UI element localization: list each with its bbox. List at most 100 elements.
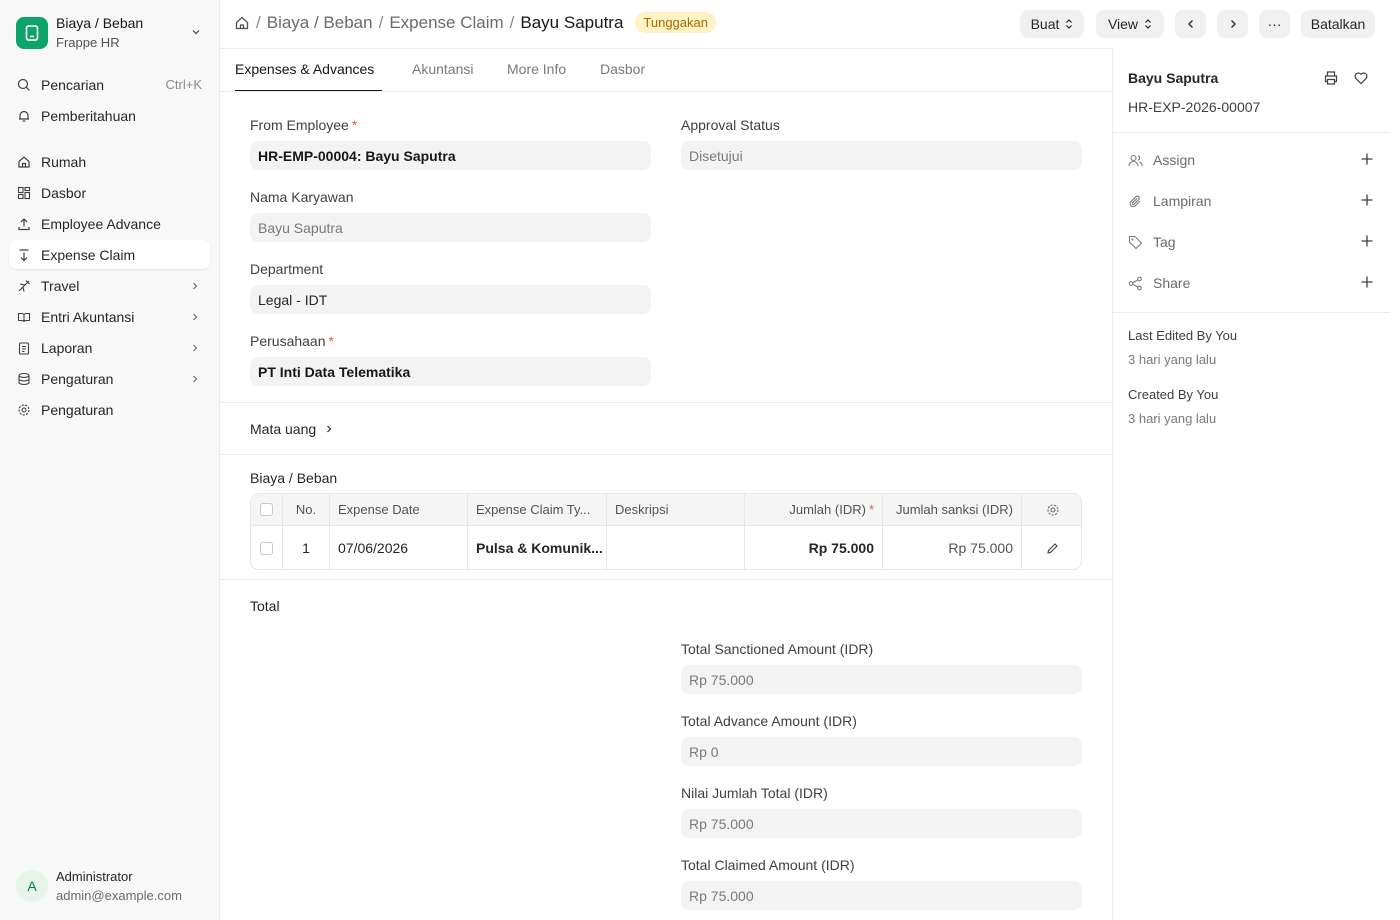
status-badge: Tunggakan xyxy=(635,12,716,33)
bell-icon xyxy=(16,108,32,124)
sidebar-item-label: Travel xyxy=(41,277,80,294)
amount-cell[interactable]: Rp 75.000 xyxy=(745,526,883,569)
dashboard-icon xyxy=(16,185,32,201)
search-button[interactable]: Pencarian Ctrl+K xyxy=(9,70,210,99)
from-employee-field[interactable]: HR-EMP-00004: Bayu Saputra xyxy=(250,141,651,170)
gear-icon xyxy=(16,402,32,418)
approval-status-label: Approval Status xyxy=(681,117,780,133)
currency-section-toggle[interactable]: Mata uang xyxy=(250,421,334,437)
app-switcher[interactable]: Biaya / Beban Frappe HR xyxy=(16,14,204,52)
expense-type-cell[interactable]: Pulsa & Komunik... xyxy=(468,526,607,569)
tab-more-info[interactable]: More Info xyxy=(507,61,566,77)
table-row[interactable]: 1 07/06/2026 Pulsa & Komunik... Rp 75.00… xyxy=(251,526,1081,569)
paperclip-icon xyxy=(1128,193,1144,209)
sidebar-item-dasbor[interactable]: Dasbor xyxy=(9,178,210,207)
active-tab-indicator xyxy=(235,90,382,91)
cancel-button[interactable]: Batalkan xyxy=(1301,10,1375,38)
sidebar-item-rumah[interactable]: Rumah xyxy=(9,147,210,176)
created-time: 3 hari yang lalu xyxy=(1128,411,1217,426)
sidebar-item-expense-claim[interactable]: Expense Claim xyxy=(9,240,210,269)
document-side-panel: Bayu Saputra HR-EXP-2026-00007 Assign La… xyxy=(1113,48,1400,920)
print-button[interactable] xyxy=(1321,68,1341,88)
sidebar-item-laporan[interactable]: Laporan xyxy=(9,333,210,362)
sanctioned-amount-cell[interactable]: Rp 75.000 xyxy=(883,526,1022,569)
description-cell[interactable] xyxy=(607,526,745,569)
total-advance-field: Rp 0 xyxy=(681,737,1082,766)
add-share-icon[interactable] xyxy=(1360,275,1374,292)
sidebar-item-employee-advance[interactable]: Employee Advance xyxy=(9,209,210,238)
add-attachment-icon[interactable] xyxy=(1360,193,1374,210)
add-assign-icon[interactable] xyxy=(1360,152,1374,169)
breadcrumb-separator: / xyxy=(256,12,261,32)
sidebar-item-label: Pengaturan xyxy=(41,401,114,418)
view-button[interactable]: View xyxy=(1096,10,1164,38)
heart-icon xyxy=(1353,70,1369,86)
upload-icon xyxy=(16,216,32,232)
breadcrumb-link[interactable]: Expense Claim xyxy=(389,13,503,33)
notifications-button[interactable]: Pemberitahuan xyxy=(9,101,210,130)
tab-expenses-advances[interactable]: Expenses & Advances xyxy=(235,61,374,77)
search-shortcut: Ctrl+K xyxy=(165,77,202,92)
users-icon xyxy=(1128,152,1144,168)
sidebar-item-entri-akuntansi[interactable]: Entri Akuntansi xyxy=(9,302,210,331)
breadcrumb-link[interactable]: Biaya / Beban xyxy=(267,13,373,33)
sidebar: Biaya / Beban Frappe HR Pencarian Ctrl+K… xyxy=(0,0,220,920)
next-button[interactable] xyxy=(1217,10,1248,38)
sidebar-item-pengaturan[interactable]: Pengaturan xyxy=(9,395,210,424)
add-tag-icon[interactable] xyxy=(1360,234,1374,251)
sidebar-item-label: Pengaturan xyxy=(41,370,114,387)
expenses-section-title: Biaya / Beban xyxy=(250,470,338,486)
notifications-label: Pemberitahuan xyxy=(41,107,136,124)
tab-akuntansi[interactable]: Akuntansi xyxy=(412,61,473,77)
assign-row[interactable]: Assign xyxy=(1128,150,1390,170)
pencil-icon xyxy=(1046,542,1059,555)
side-panel-title: Bayu Saputra xyxy=(1128,70,1219,86)
select-all-checkbox[interactable] xyxy=(251,494,283,525)
total-advance-label: Total Advance Amount (IDR) xyxy=(681,713,857,729)
expenses-table: No. Expense Date Expense Claim Ty... Des… xyxy=(250,493,1082,570)
user-name: Administrator xyxy=(56,869,133,884)
chevron-right-icon xyxy=(190,310,200,326)
chevron-right-icon xyxy=(1227,18,1239,30)
search-label: Pencarian xyxy=(41,76,105,93)
printer-icon xyxy=(1323,70,1339,86)
row-checkbox[interactable] xyxy=(251,526,283,569)
attachments-label: Lampiran xyxy=(1153,193,1212,209)
grand-total-field: Rp 75.000 xyxy=(681,809,1082,838)
view-label: View xyxy=(1107,16,1139,32)
sidebar-item-label: Dasbor xyxy=(41,184,87,201)
create-label: Buat xyxy=(1030,16,1060,32)
breadcrumb: / Biaya / Beban / Expense Claim / Bayu S… xyxy=(234,12,716,33)
more-icon: ··· xyxy=(1267,16,1282,32)
table-settings-button[interactable] xyxy=(1022,494,1081,525)
home-icon[interactable] xyxy=(234,15,250,31)
company-field[interactable]: PT Inti Data Telematika xyxy=(250,357,651,386)
required-mark: * xyxy=(351,117,358,133)
last-edited-time: 3 hari yang lalu xyxy=(1128,352,1217,367)
expense-date-cell[interactable]: 07/06/2026 xyxy=(330,526,468,569)
like-button[interactable] xyxy=(1351,68,1371,88)
user-email: admin@example.com xyxy=(56,888,182,903)
search-icon xyxy=(16,77,32,93)
form-area: Expenses & Advances Akuntansi More Info … xyxy=(220,48,1113,920)
total-sanctioned-field: Rp 75.000 xyxy=(681,665,1082,694)
edit-row-button[interactable] xyxy=(1022,526,1081,569)
assign-label: Assign xyxy=(1153,152,1196,168)
sidebar-item-pengaturan-data[interactable]: Pengaturan xyxy=(9,364,210,393)
user-menu[interactable]: A Administrator admin@example.com xyxy=(16,867,182,905)
sidebar-item-label: Rumah xyxy=(41,153,87,170)
share-row[interactable]: Share xyxy=(1128,273,1390,293)
plane-icon xyxy=(16,278,32,294)
tab-dasbor[interactable]: Dasbor xyxy=(600,61,645,77)
more-actions-button[interactable]: ··· xyxy=(1259,10,1290,38)
employee-name-field: Bayu Saputra xyxy=(250,213,651,242)
sidebar-item-label: Entri Akuntansi xyxy=(41,308,135,325)
chevron-right-icon xyxy=(190,341,200,357)
sidebar-item-travel[interactable]: Travel xyxy=(9,271,210,300)
download-icon xyxy=(16,247,32,263)
department-field[interactable]: Legal - IDT xyxy=(250,285,651,314)
previous-button[interactable] xyxy=(1175,10,1206,38)
create-button[interactable]: Buat xyxy=(1020,10,1084,38)
tags-row[interactable]: Tag xyxy=(1128,232,1390,252)
attachments-row[interactable]: Lampiran xyxy=(1128,191,1390,211)
